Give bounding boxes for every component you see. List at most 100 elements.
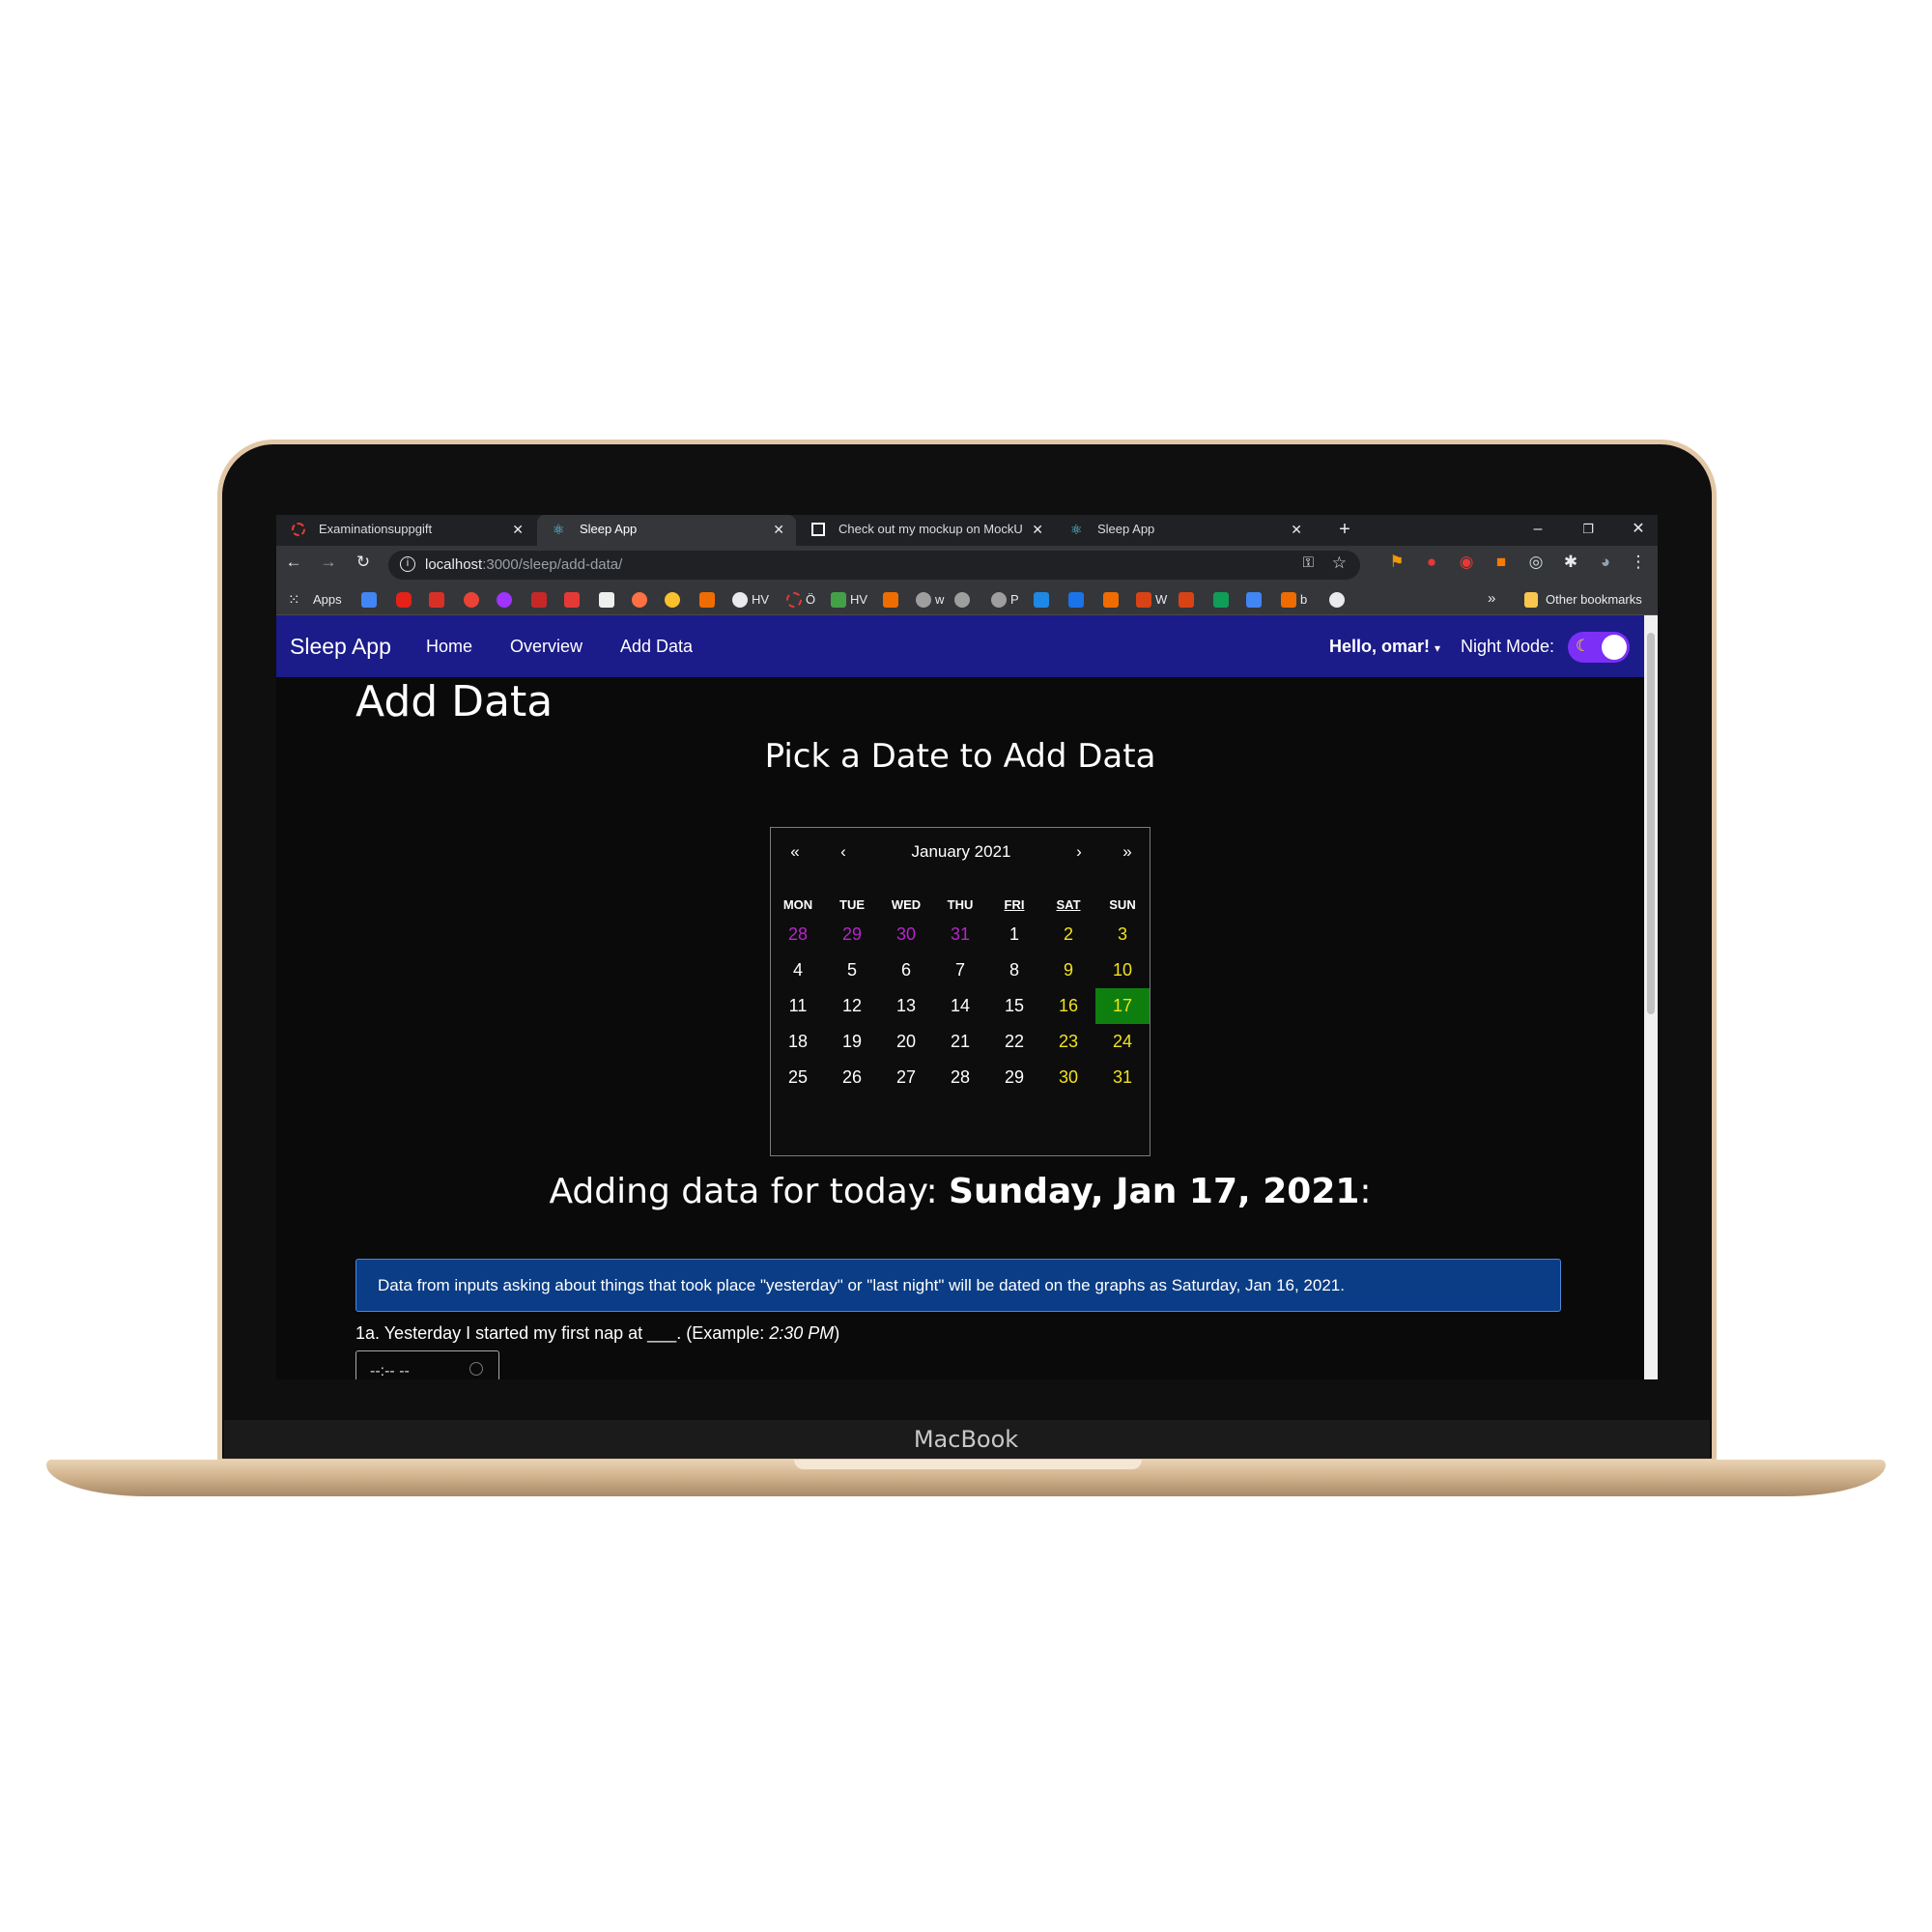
calendar-day[interactable]: 4: [771, 952, 825, 988]
nap-start-time-input[interactable]: --:-- --: [355, 1350, 499, 1379]
calendar-day[interactable]: 30: [1041, 1060, 1095, 1095]
bookmark-red-icon[interactable]: [531, 592, 547, 608]
bookmark-gmail-icon[interactable]: [429, 592, 444, 608]
prev-month-button[interactable]: ‹: [819, 828, 867, 878]
calendar-day[interactable]: 29: [987, 1060, 1041, 1095]
nav-home[interactable]: Home: [426, 615, 472, 677]
calendar-day[interactable]: 30: [879, 917, 933, 952]
calendar-day[interactable]: 9: [1041, 952, 1095, 988]
calendar-day[interactable]: 6: [879, 952, 933, 988]
bookmark-docs-icon[interactable]: [1246, 592, 1262, 608]
calendar-day[interactable]: 27: [879, 1060, 933, 1095]
extension-flag-icon[interactable]: ⚑: [1385, 553, 1408, 572]
calendar-day[interactable]: 19: [825, 1024, 879, 1060]
extension-opera-icon[interactable]: ●: [1420, 553, 1443, 572]
bookmark-image-icon[interactable]: [1136, 592, 1151, 608]
calendar-day[interactable]: 7: [933, 952, 987, 988]
bookmark-label[interactable]: W: [1155, 592, 1167, 607]
bookmark-he-icon[interactable]: [1034, 592, 1049, 608]
apps-grid-icon[interactable]: ⁙: [288, 591, 300, 609]
bookmark-label[interactable]: HV: [850, 592, 867, 607]
bookmark-messenger-icon[interactable]: [497, 592, 512, 608]
calendar-day-selected[interactable]: 17: [1095, 988, 1150, 1024]
next-year-button[interactable]: »: [1103, 828, 1151, 878]
calendar-day[interactable]: 23: [1041, 1024, 1095, 1060]
calendar-day[interactable]: 21: [933, 1024, 987, 1060]
calendar-day[interactable]: 22: [987, 1024, 1041, 1060]
extension-ring-icon[interactable]: ◎: [1524, 553, 1548, 572]
bookmark-label[interactable]: b: [1300, 592, 1307, 607]
bookmarks-overflow[interactable]: »: [1488, 590, 1495, 607]
close-tab-icon[interactable]: ✕: [1291, 515, 1302, 544]
forward-icon[interactable]: →: [317, 553, 340, 572]
month-label-button[interactable]: January 2021: [867, 828, 1055, 878]
bookmark-apps[interactable]: Apps: [313, 592, 342, 607]
calendar-day[interactable]: 13: [879, 988, 933, 1024]
bookmark-cp-icon[interactable]: [699, 592, 715, 608]
bookmark-wordpress-icon[interactable]: [1329, 592, 1345, 608]
close-tab-icon[interactable]: ✕: [512, 515, 524, 544]
bookmark-sheets-icon[interactable]: [1213, 592, 1229, 608]
bookmark-circle-icon[interactable]: [786, 592, 802, 608]
menu-kebab-icon[interactable]: ⋮: [1627, 553, 1650, 572]
close-tab-icon[interactable]: ✕: [773, 515, 784, 544]
calendar-day[interactable]: 11: [771, 988, 825, 1024]
profile-avatar-icon[interactable]: ◕: [1594, 553, 1617, 572]
calendar-day[interactable]: 3: [1095, 917, 1150, 952]
calendar-day[interactable]: 14: [933, 988, 987, 1024]
bookmark-world-icon[interactable]: [732, 592, 748, 608]
extension-off-icon[interactable]: ■: [1490, 553, 1513, 572]
calendar-day[interactable]: 10: [1095, 952, 1150, 988]
bookmark-label[interactable]: HV: [752, 592, 769, 607]
bookmark-youtube-icon[interactable]: [396, 592, 412, 608]
bookmark-duck-icon[interactable]: [632, 592, 647, 608]
calendar-day[interactable]: 31: [1095, 1060, 1150, 1095]
calendar-day[interactable]: 26: [825, 1060, 879, 1095]
bookmark-label[interactable]: w: [935, 592, 944, 607]
star-icon[interactable]: ☆: [1332, 554, 1347, 573]
reload-icon[interactable]: ↻: [352, 553, 375, 572]
calendar-day[interactable]: 16: [1041, 988, 1095, 1024]
bookmark-w-icon[interactable]: [599, 592, 614, 608]
window-close-button[interactable]: ✕: [1619, 515, 1658, 546]
close-tab-icon[interactable]: ✕: [1032, 515, 1043, 544]
calendar-day[interactable]: 24: [1095, 1024, 1150, 1060]
minimize-button[interactable]: –: [1519, 515, 1557, 546]
bookmark-os-icon[interactable]: [954, 592, 970, 608]
calendar-day[interactable]: 20: [879, 1024, 933, 1060]
tab-examinationsuppgift[interactable]: Examinationsuppgift ✕: [276, 515, 535, 546]
calendar-day[interactable]: 15: [987, 988, 1041, 1024]
calendar-day[interactable]: 5: [825, 952, 879, 988]
extensions-puzzle-icon[interactable]: ✱: [1559, 553, 1582, 572]
bookmark-chrome-icon[interactable]: [464, 592, 479, 608]
bookmark-globe-icon[interactable]: [665, 592, 680, 608]
address-bar[interactable]: i localhost:3000/sleep/add-data/ ⚿ ☆: [388, 551, 1360, 580]
night-mode-toggle[interactable]: ☾: [1568, 632, 1630, 663]
bookmark-translate-icon[interactable]: [361, 592, 377, 608]
calendar-day[interactable]: 12: [825, 988, 879, 1024]
scrollbar-thumb[interactable]: [1647, 633, 1655, 1014]
prev-year-button[interactable]: «: [771, 828, 819, 878]
other-bookmarks[interactable]: Other bookmarks: [1546, 592, 1642, 607]
new-tab-button[interactable]: +: [1325, 515, 1364, 546]
tab-sleep-app-active[interactable]: ⚛ Sleep App ✕: [537, 515, 796, 546]
tab-sleep-app[interactable]: ⚛ Sleep App ✕: [1055, 515, 1314, 546]
bookmark-cp-icon[interactable]: [1281, 592, 1296, 608]
bookmark-u-icon[interactable]: [564, 592, 580, 608]
extension-play-icon[interactable]: ◉: [1455, 553, 1478, 572]
calendar-day[interactable]: 28: [771, 917, 825, 952]
nav-add-data[interactable]: Add Data: [620, 615, 693, 677]
calendar-day[interactable]: 31: [933, 917, 987, 952]
calendar-day[interactable]: 2: [1041, 917, 1095, 952]
bookmark-image-icon[interactable]: [1179, 592, 1194, 608]
nav-overview[interactable]: Overview: [510, 615, 582, 677]
bookmark-label[interactable]: Ö: [806, 592, 815, 607]
calendar-day[interactable]: 18: [771, 1024, 825, 1060]
bookmark-label[interactable]: P: [1010, 592, 1019, 607]
bookmark-os-icon[interactable]: [916, 592, 931, 608]
bookmark-cp-icon[interactable]: [883, 592, 898, 608]
bookmark-cp-icon[interactable]: [1103, 592, 1119, 608]
calendar-day[interactable]: 1: [987, 917, 1041, 952]
calendar-day[interactable]: 25: [771, 1060, 825, 1095]
key-icon[interactable]: ⚿: [1303, 554, 1314, 571]
